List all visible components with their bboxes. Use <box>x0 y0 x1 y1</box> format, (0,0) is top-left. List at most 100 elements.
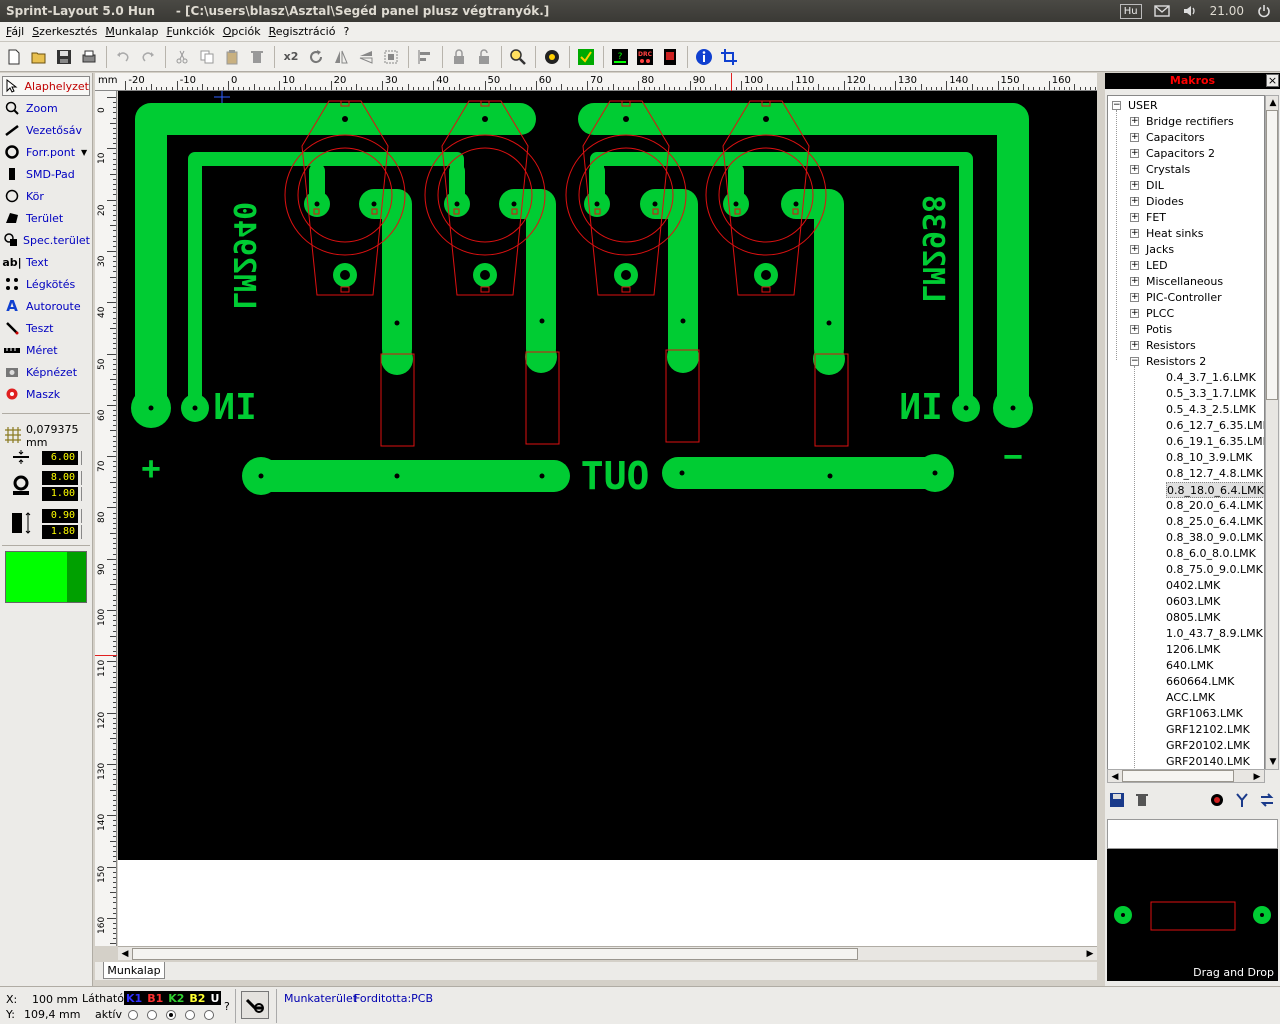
macro-tree-horizontal-scrollbar[interactable]: ◀ ▶ <box>1107 769 1265 783</box>
pad-inner-input[interactable]: 1.00 <box>42 487 78 501</box>
smd-width-spinner[interactable] <box>81 509 87 523</box>
tree-file[interactable]: GRF20102.LMK <box>1166 738 1250 754</box>
layer-k1-active-radio[interactable] <box>128 1010 138 1020</box>
clock[interactable]: 21.00 <box>1210 4 1244 18</box>
tool-mask[interactable]: Maszk <box>2 384 90 404</box>
power-icon[interactable] <box>1256 4 1272 18</box>
scroll-thumb[interactable] <box>132 948 858 960</box>
tool-zoom[interactable]: Zoom <box>2 98 90 118</box>
menu-functions[interactable]: Funkciók <box>162 25 218 38</box>
macro-record-icon[interactable] <box>1205 788 1229 812</box>
pcb-canvas[interactable]: OUT IN IN LM2940 LM2938 + − <box>118 91 1097 946</box>
tree-folder[interactable]: DIL <box>1146 178 1164 194</box>
scroll-down-icon[interactable]: ▼ <box>1266 755 1280 769</box>
tree-file[interactable]: ACC.LMK <box>1166 690 1215 706</box>
open-folder-icon[interactable] <box>27 45 51 69</box>
connection-tool-icon[interactable] <box>241 991 269 1019</box>
tree-file[interactable]: 0.8_10_3.9.LMK <box>1166 450 1252 466</box>
tree-file[interactable]: 0.6_12.7_6.35.LMK <box>1166 418 1264 434</box>
tree-folder[interactable]: Capacitors <box>1146 130 1205 146</box>
collapse-icon[interactable]: − <box>1112 101 1121 110</box>
mail-icon[interactable] <box>1153 4 1170 18</box>
expand-icon[interactable]: + <box>1130 325 1139 334</box>
tool-text[interactable]: ab| Text <box>2 252 90 272</box>
scroll-right-icon[interactable]: ▶ <box>1250 770 1264 784</box>
menu-registration[interactable]: Regisztráció <box>265 25 340 38</box>
duplicate-x2-button[interactable]: x2 <box>279 45 303 69</box>
delete-icon[interactable] <box>245 45 269 69</box>
expand-icon[interactable]: + <box>1130 213 1139 222</box>
mirror-vertical-icon[interactable] <box>354 45 378 69</box>
tree-folder[interactable]: Resistors <box>1146 338 1196 354</box>
ground-plane-icon[interactable] <box>540 45 564 69</box>
macro-panel-icon[interactable] <box>658 45 682 69</box>
layer-help-button[interactable]: ? <box>224 1000 230 1013</box>
tool-pad[interactable]: Forr.pont ▼ <box>2 142 90 162</box>
layer-u-toggle[interactable]: U <box>210 992 219 1005</box>
expand-icon[interactable]: + <box>1130 197 1139 206</box>
pad-outer-spinner[interactable] <box>81 471 87 485</box>
expand-icon[interactable]: + <box>1130 149 1139 158</box>
tree-file[interactable]: 1206.LMK <box>1166 642 1220 658</box>
macro-save-icon[interactable] <box>1105 788 1129 812</box>
canvas-horizontal-scrollbar[interactable]: ◀ ▶ <box>118 946 1097 960</box>
tree-folder[interactable]: Crystals <box>1146 162 1190 178</box>
tree-file[interactable]: 0.8_38.0_9.0.LMK <box>1166 530 1263 546</box>
tree-file[interactable]: 0.8_12.7_4.8.LMK <box>1166 466 1263 482</box>
tree-file[interactable]: 0.8_25.0_6.4.LMK <box>1166 514 1263 530</box>
print-icon[interactable] <box>77 45 101 69</box>
expand-icon[interactable]: + <box>1130 165 1139 174</box>
layer-b1-toggle[interactable]: B1 <box>147 992 163 1005</box>
pad-inner-spinner[interactable] <box>81 487 87 501</box>
rotate-icon[interactable] <box>304 45 328 69</box>
tree-file[interactable]: 0.5_3.3_1.7.LMK <box>1166 386 1256 402</box>
tool-photoview[interactable]: Képnézet <box>2 362 90 382</box>
sheet-tab[interactable]: Munkalap <box>103 962 165 979</box>
tree-folder[interactable]: Diodes <box>1146 194 1184 210</box>
scroll-right-icon[interactable]: ▶ <box>1083 947 1097 961</box>
tree-file[interactable]: 0.8_75.0_9.0.LMK <box>1166 562 1263 578</box>
macro-panel-close-button[interactable]: × <box>1266 74 1279 87</box>
tool-track[interactable]: Vezetősáv <box>2 120 90 140</box>
tool-select[interactable]: Alaphelyzet <box>2 76 90 96</box>
tool-autoroute[interactable]: A Autoroute <box>2 296 90 316</box>
layer-k2-active-radio[interactable] <box>166 1010 176 1020</box>
drc-icon[interactable]: DRC <box>633 45 657 69</box>
expand-icon[interactable]: + <box>1130 261 1139 270</box>
macro-swap-icon[interactable] <box>1255 788 1279 812</box>
tool-measure[interactable]: Méret <box>2 340 90 360</box>
crop-icon[interactable] <box>717 45 741 69</box>
tool-smd-pad[interactable]: SMD-Pad <box>2 164 90 184</box>
tree-file[interactable]: 0805.LMK <box>1166 610 1220 626</box>
scroll-up-icon[interactable]: ▲ <box>1266 96 1280 110</box>
expand-icon[interactable]: + <box>1130 341 1139 350</box>
macro-preview[interactable]: Drag and Drop <box>1107 849 1278 981</box>
new-file-icon[interactable] <box>2 45 26 69</box>
smd-height-input[interactable]: 1.80 <box>42 525 78 539</box>
macro-delete-icon[interactable] <box>1130 788 1154 812</box>
tree-folder[interactable]: Miscellaneous <box>1146 274 1223 290</box>
paste-icon[interactable] <box>220 45 244 69</box>
tree-folder[interactable]: Heat sinks <box>1146 226 1203 242</box>
expand-icon[interactable]: + <box>1130 309 1139 318</box>
volume-icon[interactable] <box>1182 4 1198 18</box>
layer-color-swatch[interactable] <box>5 551 87 603</box>
tree-folder[interactable]: LED <box>1146 258 1168 274</box>
tree-file[interactable]: GRF12102.LMK <box>1166 722 1250 738</box>
keyboard-layout-indicator[interactable]: Hu <box>1119 3 1142 19</box>
expand-icon[interactable]: + <box>1130 181 1139 190</box>
tool-area[interactable]: Terület <box>2 208 90 228</box>
tool-test[interactable]: Teszt <box>2 318 90 338</box>
tree-file[interactable]: 0603.LMK <box>1166 594 1220 610</box>
tool-special-area[interactable]: Spec.terület <box>2 230 90 250</box>
tool-airwire[interactable]: Légkötés <box>2 274 90 294</box>
copy-icon[interactable] <box>195 45 219 69</box>
expand-icon[interactable]: + <box>1130 117 1139 126</box>
menu-help[interactable]: ? <box>339 25 353 38</box>
tree-file[interactable]: 660664.LMK <box>1166 674 1234 690</box>
tree-folder[interactable]: PLCC <box>1146 306 1174 322</box>
tree-file[interactable]: 640.LMK <box>1166 658 1213 674</box>
scroll-thumb[interactable] <box>1122 770 1234 782</box>
layer-b1-active-radio[interactable] <box>147 1010 157 1020</box>
tree-file[interactable]: 0.5_4.3_2.5.LMK <box>1166 402 1256 418</box>
